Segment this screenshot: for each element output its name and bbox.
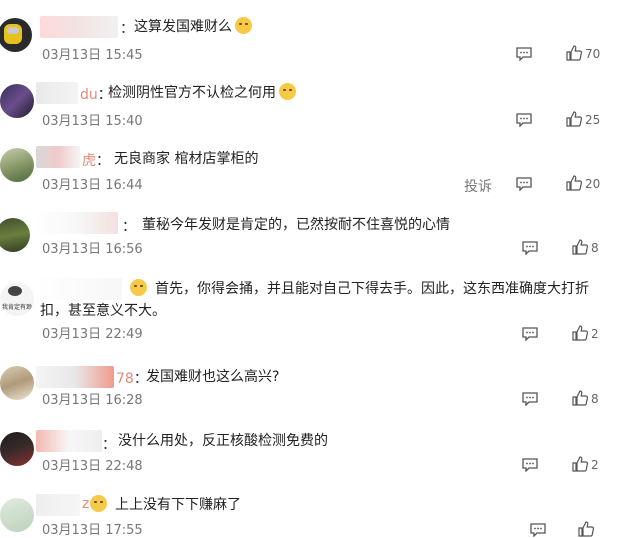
comment-date: 03月13日 17:55 [42, 523, 143, 538]
reply-icon[interactable] [516, 113, 532, 127]
like-icon[interactable] [566, 111, 582, 127]
comment-item: ： 没什么用处，反正核酸检测免费的 03月13日 22:48 2 [0, 416, 640, 482]
like-icon[interactable] [572, 239, 588, 255]
comment-text: 首先，你得会捅，并且能对自己下得去手。因此，这东西准确度大打折扣，甚至意义不大。 [40, 279, 589, 319]
like-icon[interactable] [566, 175, 582, 191]
comment-item: 78： 发国难财也这么高兴? 03月13日 16:28 8 [0, 350, 640, 416]
comment-text: 这算发国难财么 [134, 16, 252, 38]
comment-text: 发国难财也这么高兴? [146, 369, 280, 385]
reply-icon[interactable] [522, 241, 538, 255]
comment-item: ： 董秘今年发财是肯定的，已然按耐不住喜悦的心情 03月13日 16:56 8 [0, 198, 640, 264]
comment-date: 03月13日 22:49 [42, 327, 143, 342]
username-blur [36, 212, 118, 234]
avatar[interactable] [0, 84, 34, 118]
reply-icon[interactable] [516, 47, 532, 61]
username-tail: du： [80, 87, 112, 103]
avatar[interactable] [0, 18, 32, 52]
reply-icon[interactable] [522, 327, 538, 341]
like-count: 25 [585, 113, 601, 127]
reply-icon[interactable] [522, 458, 538, 472]
like-count: 2 [591, 458, 599, 472]
like-count: 20 [585, 177, 601, 191]
like-count: 2 [591, 327, 599, 341]
grin-emoji-icon [90, 495, 107, 512]
comment-text: 没什么用处，反正核酸检测免费的 [118, 433, 328, 449]
comment-text: 董秘今年发财是肯定的，已然按耐不住喜悦的心情 [142, 217, 450, 233]
username-blur [36, 494, 80, 516]
comment-item: 虎： 无良商家 棺材店掌柜的 03月13日 16:44 投诉 20 [0, 132, 640, 198]
like-icon[interactable] [572, 456, 588, 472]
thinking-emoji-icon [235, 17, 252, 34]
comment-date: 03月13日 16:56 [42, 242, 143, 257]
like-icon[interactable] [572, 390, 588, 406]
avatar-text: 我肯定有渺 [1, 304, 32, 311]
comment-text: 无良商家 棺材店掌柜的 [114, 151, 259, 167]
like-icon[interactable] [566, 45, 582, 61]
username-tail: z [82, 496, 90, 512]
like-count: 8 [591, 392, 599, 406]
comment-item: z 上上没有下下赚麻了 03月13日 17:55 [0, 482, 640, 538]
like-count: 8 [591, 241, 599, 255]
avatar[interactable]: 我肯定有渺 [0, 282, 34, 316]
comment-date: 03月13日 15:45 [42, 48, 143, 63]
comment-item: 我肯定有渺 首先，你得会捅，并且能对自己下得去手。因此，这东西准确度大打折扣，甚… [0, 264, 640, 350]
comment-date: 03月13日 16:44 [42, 178, 143, 193]
like-count: 70 [585, 47, 601, 61]
username-tail: 虎： [82, 153, 110, 169]
report-button[interactable]: 投诉 [464, 176, 492, 196]
reply-icon[interactable] [516, 177, 532, 191]
username-blur [36, 430, 102, 452]
username-colon: ： [122, 219, 136, 235]
sleepy-emoji-icon [279, 83, 296, 100]
username-blur [36, 366, 114, 388]
avatar[interactable] [0, 218, 30, 252]
reply-icon[interactable] [522, 392, 538, 406]
username-blur [36, 82, 78, 104]
username-tail: 78： [116, 371, 148, 387]
username-colon: ： [120, 21, 134, 37]
comment-date: 03月13日 16:28 [42, 393, 143, 408]
avatar[interactable] [0, 366, 34, 400]
comment-item: du： 检测阴性官方不认检之何用 03月13日 15:40 25 [0, 66, 640, 132]
comment-text: 检测阴性官方不认检之何用 [108, 82, 296, 104]
avatar[interactable] [0, 432, 34, 466]
like-icon[interactable] [572, 325, 588, 341]
username-blur [36, 146, 80, 168]
grin-emoji-icon [130, 279, 147, 296]
comment-text: 上上没有下下赚麻了 [90, 494, 241, 516]
comment-item: ： 这算发国难财么 03月13日 15:45 70 [0, 0, 640, 66]
username-blur [40, 16, 118, 38]
username-colon: ： [102, 437, 116, 453]
comment-date: 03月13日 15:40 [42, 114, 143, 129]
avatar[interactable] [0, 148, 34, 182]
comment-date: 03月13日 22:48 [42, 459, 143, 474]
avatar[interactable] [0, 498, 34, 532]
